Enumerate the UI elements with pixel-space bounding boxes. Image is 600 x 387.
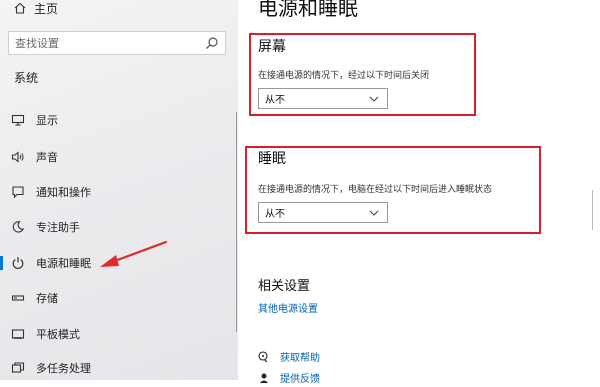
screen-timeout-description: 在接通电源的情况下，经过以下时间后关闭 xyxy=(258,71,430,81)
sidebar-item-label: 存储 xyxy=(36,292,58,305)
get-help-label: 获取帮助 xyxy=(280,353,320,364)
sleep-timeout-value: 从不 xyxy=(265,209,285,220)
sidebar-item-storage[interactable]: 存储 xyxy=(0,286,236,310)
notification-icon xyxy=(11,185,25,199)
feedback-label: 提供反馈 xyxy=(280,374,320,385)
sidebar-item-power-sleep[interactable]: 电源和睡眠 xyxy=(0,251,236,275)
sidebar-item-label: 电源和睡眠 xyxy=(36,257,91,270)
multitask-icon xyxy=(11,361,25,375)
get-help-link[interactable]: 获取帮助 xyxy=(258,349,320,364)
home-icon xyxy=(14,2,26,14)
speaker-icon xyxy=(11,150,25,164)
sidebar-item-label: 显示 xyxy=(36,114,58,127)
sidebar-item-sound[interactable]: 声音 xyxy=(0,145,236,169)
chevron-down-icon xyxy=(369,95,379,103)
monitor-icon xyxy=(11,113,25,127)
sidebar-item-notifications[interactable]: 通知和操作 xyxy=(0,180,236,204)
sleep-timeout-dropdown[interactable]: 从不 xyxy=(258,202,388,223)
sidebar-item-tablet-mode[interactable]: 平板模式 xyxy=(0,322,236,346)
sidebar-item-label: 通知和操作 xyxy=(36,186,91,199)
moon-icon xyxy=(11,220,25,234)
section-title-system: 系统 xyxy=(14,71,39,85)
help-chat-icon xyxy=(258,350,270,363)
sleep-section-heading: 睡眠 xyxy=(258,151,286,167)
search-input[interactable]: 查找设置 xyxy=(8,31,226,55)
home-nav-item[interactable]: 主页 xyxy=(14,0,58,16)
chevron-down-icon xyxy=(369,209,379,217)
search-placeholder: 查找设置 xyxy=(15,37,59,50)
power-icon xyxy=(11,256,25,270)
feedback-icon xyxy=(258,372,270,384)
search-icon[interactable] xyxy=(205,36,219,50)
sidebar-item-label: 声音 xyxy=(36,151,58,164)
settings-sidebar: 主页 查找设置 系统 显示 声音 通知和操作 专注助手 电源和睡眠 存储 平板模… xyxy=(0,0,238,380)
sleep-timeout-description: 在接通电源的情况下，电脑在经过以下时间后进入睡眠状态 xyxy=(258,185,493,195)
sidebar-item-label: 专注助手 xyxy=(36,221,80,234)
screen-timeout-value: 从不 xyxy=(265,95,285,106)
feedback-link[interactable]: 提供反馈 xyxy=(258,370,320,385)
storage-icon xyxy=(11,291,25,305)
related-settings-heading: 相关设置 xyxy=(258,279,311,294)
sidebar-item-label: 多任务处理 xyxy=(36,362,91,375)
sidebar-item-focus-assist[interactable]: 专注助手 xyxy=(0,215,236,239)
home-label: 主页 xyxy=(34,1,59,16)
content-divider xyxy=(592,190,593,230)
screen-timeout-dropdown[interactable]: 从不 xyxy=(258,88,388,109)
screen-section-heading: 屏幕 xyxy=(258,39,286,55)
sidebar-item-label: 平板模式 xyxy=(36,328,80,341)
additional-power-settings-link[interactable]: 其他电源设置 xyxy=(258,300,318,315)
sidebar-item-multitasking[interactable]: 多任务处理 xyxy=(0,356,236,380)
page-title: 电源和睡眠 xyxy=(258,0,358,20)
sidebar-scrollbar[interactable] xyxy=(236,112,237,332)
tablet-icon xyxy=(11,327,25,341)
sidebar-item-display[interactable]: 显示 xyxy=(0,108,236,132)
